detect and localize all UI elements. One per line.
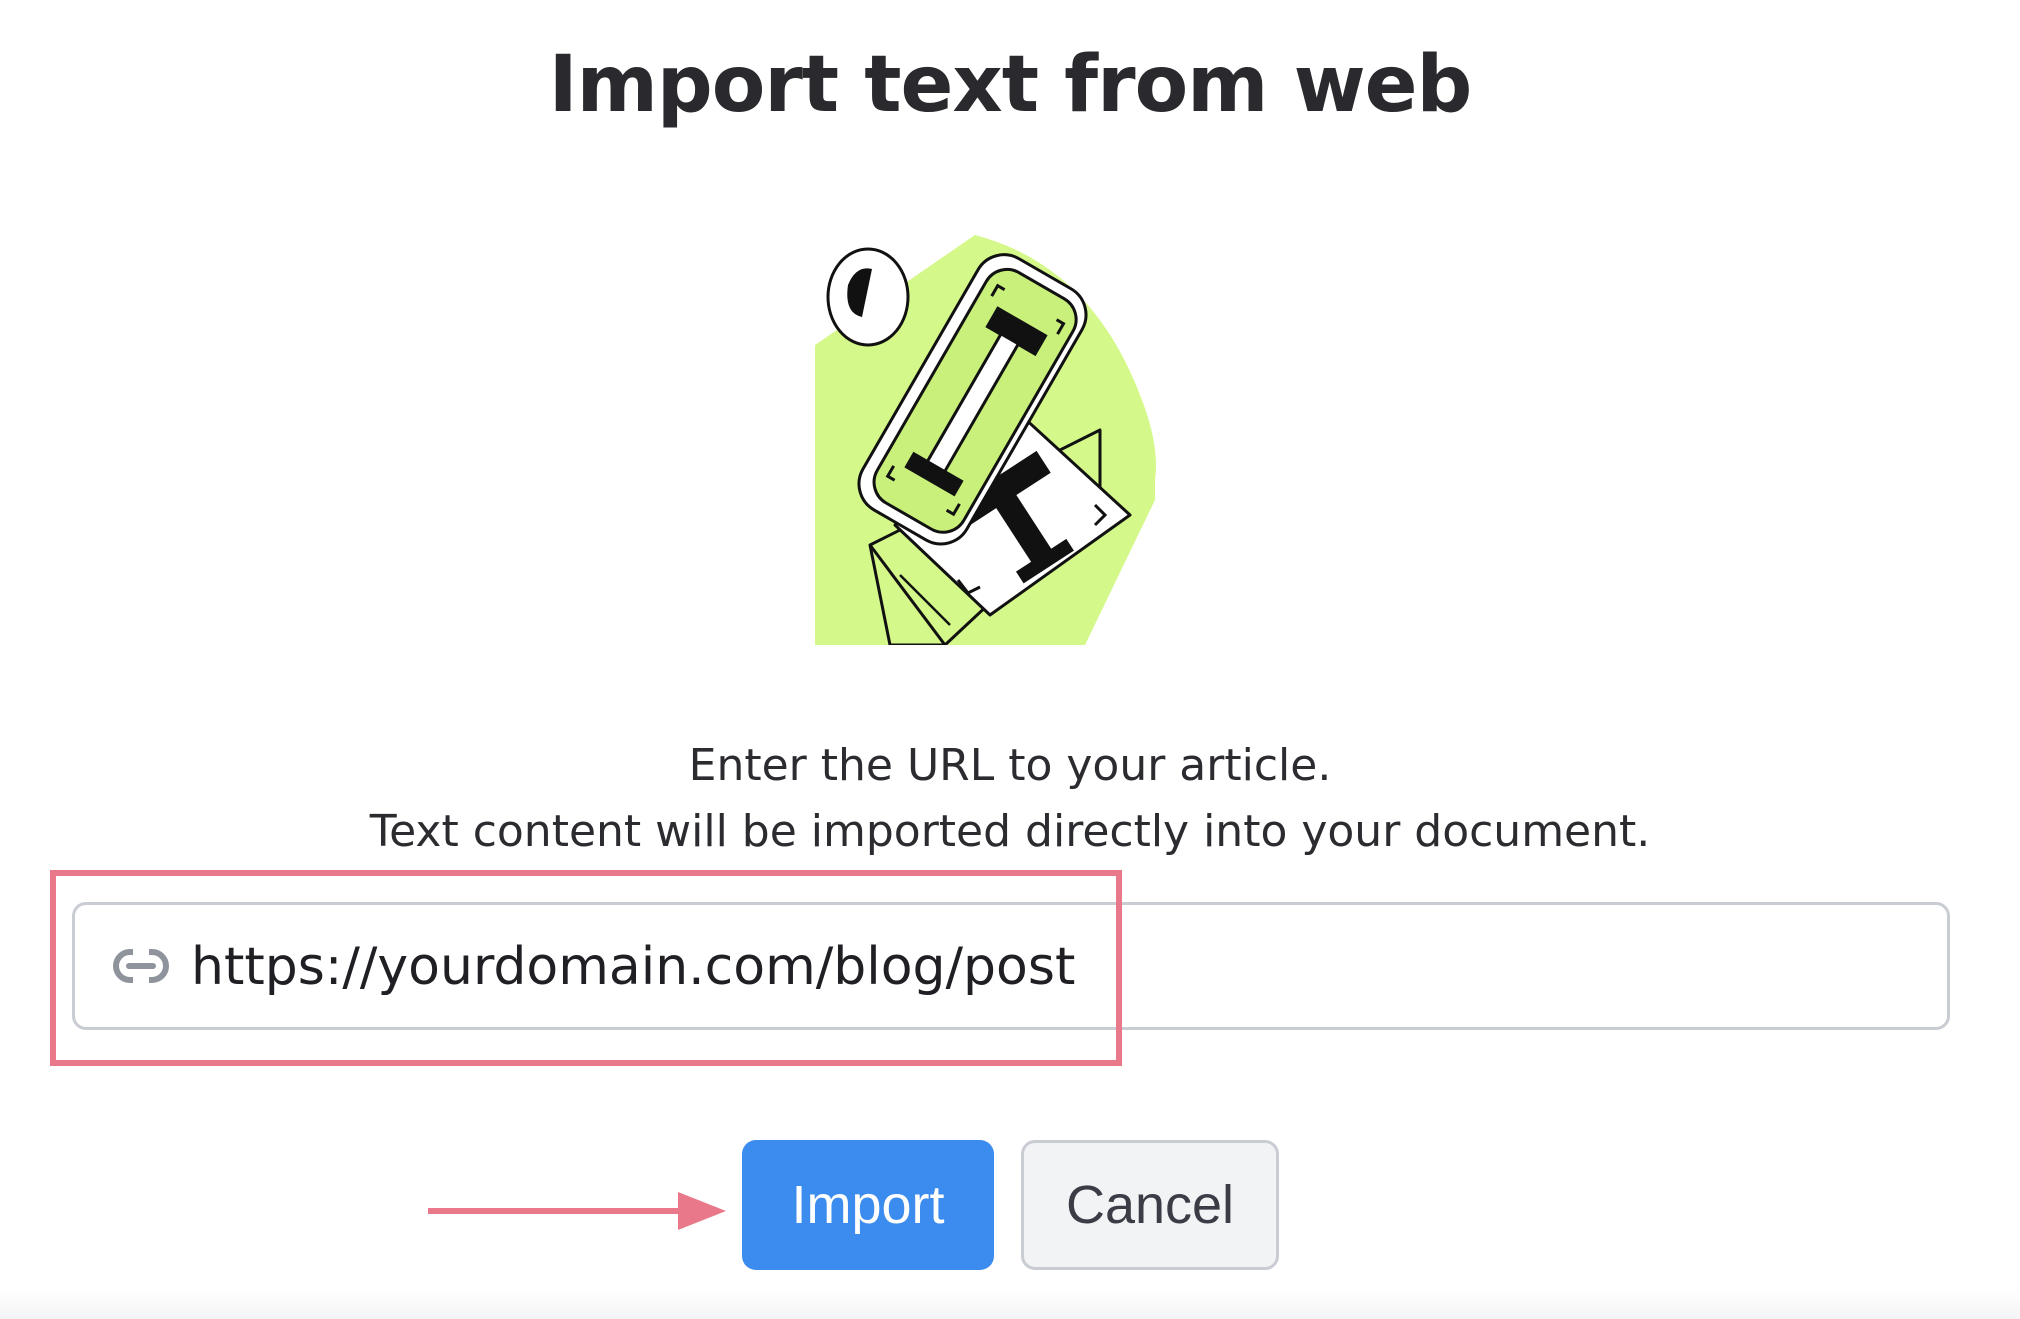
description-line-1: Enter the URL to your article. — [688, 740, 1332, 791]
stamp-illustration — [815, 235, 1156, 645]
import-text-dialog: Import text from web Enter the URL to yo… — [0, 0, 2020, 1319]
dialog-description: Enter the URL to your article. Text cont… — [0, 733, 2020, 865]
description-line-2: Text content will be imported directly i… — [369, 806, 1651, 857]
link-icon — [113, 949, 169, 983]
import-button[interactable]: Import — [742, 1140, 994, 1270]
dialog-bottom-edge — [0, 1290, 2020, 1319]
cancel-button[interactable]: Cancel — [1021, 1140, 1279, 1270]
url-input-value[interactable]: https://yourdomain.com/blog/post — [191, 929, 1075, 1005]
dialog-title: Import text from web — [548, 40, 1473, 130]
url-input[interactable]: https://yourdomain.com/blog/post — [72, 902, 1950, 1030]
arrow-annotation — [428, 1192, 726, 1230]
